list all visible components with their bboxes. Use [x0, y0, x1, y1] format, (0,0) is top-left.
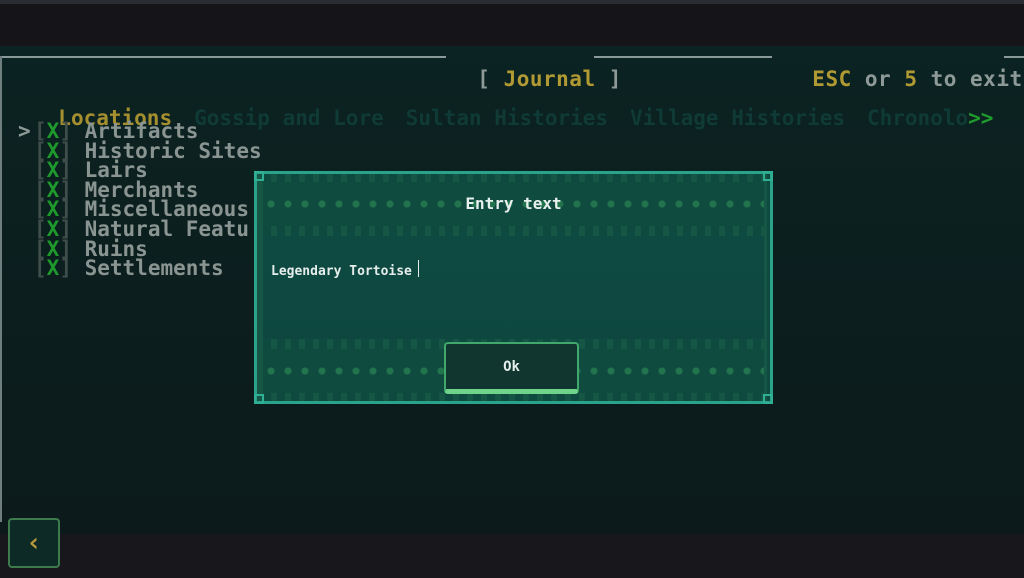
- corner-ornament-icon: [254, 394, 264, 404]
- tab-chronology[interactable]: Chronolo: [867, 106, 968, 130]
- chevron-left-icon: ‹: [26, 528, 42, 558]
- frame-top-left-line: [2, 56, 446, 58]
- checkbox-mark[interactable]: X: [47, 256, 60, 280]
- dialog-body: [263, 236, 764, 339]
- list-item[interactable]: [X] Settlements: [18, 256, 262, 281]
- bottom-bar: [0, 534, 1024, 578]
- back-button[interactable]: ‹: [8, 518, 60, 568]
- corner-ornament-icon: [254, 171, 264, 181]
- text-caret: [418, 260, 419, 277]
- selection-cursor-icon: >: [18, 119, 31, 143]
- location-category-list: > [X] Artifacts [X] Historic Sites [X] La…: [18, 119, 262, 281]
- corner-ornament-icon: [763, 394, 773, 404]
- category-label: Settlements: [84, 256, 224, 281]
- tab-village-histories[interactable]: Village Histories: [630, 106, 845, 130]
- tab-sultan-histories[interactable]: Sultan Histories: [406, 106, 608, 130]
- dialog-title: Entry text: [465, 194, 562, 213]
- top-bar: [0, 0, 1024, 4]
- ok-button[interactable]: Ok: [444, 342, 579, 394]
- entry-text-dialog: Entry text Ok: [254, 171, 773, 404]
- tabs-more-icon[interactable]: >>: [968, 106, 993, 130]
- entry-text-input[interactable]: [271, 260, 751, 282]
- corner-ornament-icon: [763, 171, 773, 181]
- frame-left-line: [0, 56, 2, 522]
